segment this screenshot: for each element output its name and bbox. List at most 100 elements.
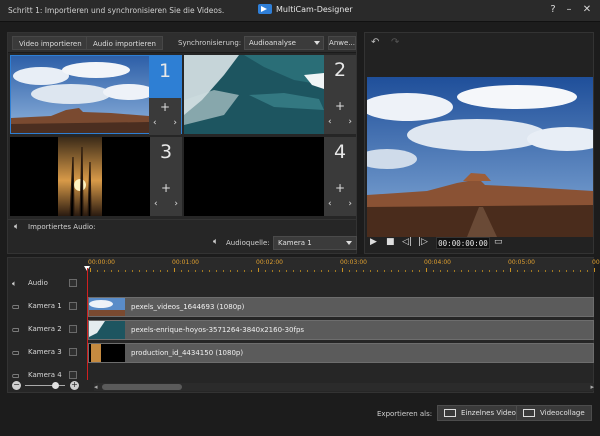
ruler-minor-tick bbox=[531, 270, 532, 272]
audio-source-label: Audioquelle: bbox=[226, 239, 270, 247]
close-button[interactable]: ✕ bbox=[580, 3, 594, 17]
ruler-minor-tick bbox=[251, 270, 252, 272]
camera-2-add-button[interactable]: + bbox=[334, 99, 346, 113]
track-toggle[interactable] bbox=[69, 325, 77, 333]
ruler-minor-tick bbox=[216, 270, 217, 272]
camera-3-prev-button[interactable]: ‹ bbox=[154, 199, 158, 209]
track-name: Audio bbox=[28, 279, 48, 287]
track-toggle[interactable] bbox=[69, 302, 77, 310]
camera-4-add-button[interactable]: + bbox=[334, 181, 346, 195]
track-lane[interactable]: pexels_videos_1644693 (1080p) bbox=[88, 296, 594, 318]
app-logo-icon bbox=[258, 4, 272, 14]
ruler-minor-tick bbox=[447, 270, 448, 272]
import-video-button[interactable]: Video importieren bbox=[12, 36, 89, 50]
app-title-group: MultiCam-Designer bbox=[258, 4, 353, 14]
camera-4-number: 4 bbox=[333, 141, 347, 163]
ruler-minor-tick bbox=[517, 270, 518, 272]
ruler-minor-tick bbox=[363, 270, 364, 272]
preview-image bbox=[367, 77, 593, 237]
camera-3-nav: ‹ › bbox=[154, 199, 178, 209]
camera-2-prev-button[interactable]: ‹ bbox=[328, 117, 332, 127]
stop-icon[interactable]: ■ bbox=[386, 237, 395, 247]
camera-4-next-button[interactable]: › bbox=[348, 199, 352, 209]
speaker-icon: 🔈︎ bbox=[14, 222, 20, 232]
help-button[interactable]: ? bbox=[546, 3, 560, 17]
ruler-minor-tick bbox=[496, 270, 497, 272]
camera-slot-4[interactable]: 4 + ‹ › bbox=[184, 137, 356, 216]
camera-icon: ▭ bbox=[12, 348, 20, 357]
collage-icon bbox=[523, 409, 535, 417]
camera-3-add-button[interactable]: + bbox=[160, 181, 172, 195]
sync-dropdown[interactable]: Audioanalyse bbox=[244, 36, 324, 50]
redo-icon[interactable]: ↷ bbox=[391, 37, 399, 48]
track-lane[interactable]: production_id_4434150 (1080p) bbox=[88, 342, 594, 364]
app-title: MultiCam-Designer bbox=[276, 4, 353, 14]
timeline-clip[interactable]: pexels_videos_1644693 (1080p) bbox=[88, 297, 594, 317]
ruler-minor-tick bbox=[328, 270, 329, 272]
camera-1-prev-button[interactable]: ‹ bbox=[153, 118, 157, 128]
ruler-minor-tick bbox=[454, 270, 455, 272]
prev-frame-icon[interactable]: ◁| bbox=[402, 237, 412, 247]
preview-panel: ↶ ↷ bbox=[364, 32, 594, 254]
ruler-minor-tick bbox=[321, 270, 322, 272]
next-frame-icon[interactable]: |▷ bbox=[418, 237, 428, 247]
ruler-tick bbox=[510, 268, 511, 272]
export-label: Exportieren als: bbox=[377, 410, 433, 418]
camera-2-thumbnail bbox=[184, 55, 324, 134]
snapshot-icon[interactable]: ▭ bbox=[494, 237, 503, 247]
track-lane[interactable] bbox=[88, 365, 594, 387]
camera-1-next-button[interactable]: › bbox=[173, 118, 177, 128]
track-header: ▭ Kamera 3 bbox=[8, 342, 88, 364]
imported-audio-row: 🔈︎ Importiertes Audio: bbox=[8, 219, 356, 233]
camera-2-side: 2 + ‹ › bbox=[324, 55, 356, 134]
track-lane[interactable]: pexels-enrique-hoyos-3571264-3840x2160-3… bbox=[88, 319, 594, 341]
export-single-video-button[interactable]: Einzelnes Video bbox=[437, 405, 523, 421]
import-audio-button[interactable]: Audio importieren bbox=[86, 36, 163, 50]
track-toggle[interactable] bbox=[69, 348, 77, 356]
timeline-clip[interactable]: pexels-enrique-hoyos-3571264-3840x2160-3… bbox=[88, 320, 594, 340]
ruler-tick-label: 00:06:00 bbox=[592, 259, 600, 266]
audio-source-speaker-icon: 🔈︎ bbox=[213, 237, 219, 247]
camera-2-next-button[interactable]: › bbox=[348, 117, 352, 127]
camera-1-controls: + ‹ › bbox=[149, 98, 181, 135]
ruler-tick-label: 00:02:00 bbox=[256, 259, 283, 266]
audio-source-dropdown[interactable]: Kamera 1 bbox=[273, 236, 357, 250]
camera-slot-3[interactable]: 3 + ‹ › bbox=[10, 137, 182, 216]
ruler-minor-tick bbox=[412, 270, 413, 272]
timeline-clip[interactable]: production_id_4434150 (1080p) bbox=[88, 343, 594, 363]
ruler-minor-tick bbox=[419, 270, 420, 272]
timeline: 00:00:00 00:01:00 00:02:00 00:03:00 00:04:00… bbox=[7, 257, 600, 393]
camera-1-number-box[interactable]: 1 bbox=[149, 56, 181, 98]
track-header: ▭ Kamera 2 bbox=[8, 319, 88, 341]
minimize-button[interactable]: – bbox=[562, 3, 576, 17]
timecode-display: 00:00:00:00 bbox=[436, 237, 490, 249]
ruler-minor-tick bbox=[223, 270, 224, 272]
track-name: Kamera 3 bbox=[28, 348, 62, 356]
ruler-minor-tick bbox=[587, 270, 588, 272]
undo-icon[interactable]: ↶ bbox=[371, 37, 379, 48]
ruler-minor-tick bbox=[538, 270, 539, 272]
track-toggle[interactable] bbox=[69, 279, 77, 287]
export-collage-label: Videocollage bbox=[540, 409, 585, 417]
camera-4-prev-button[interactable]: ‹ bbox=[328, 199, 332, 209]
ruler-minor-tick bbox=[139, 270, 140, 272]
ruler-minor-tick bbox=[384, 270, 385, 272]
track-toggle[interactable] bbox=[69, 371, 77, 379]
timeline-ruler[interactable]: 00:00:00 00:01:00 00:02:00 00:03:00 00:04:00… bbox=[88, 258, 600, 272]
ruler-minor-tick bbox=[489, 270, 490, 272]
ruler-minor-tick bbox=[475, 270, 476, 272]
camera-3-next-button[interactable]: › bbox=[174, 199, 178, 209]
clip-name: production_id_4434150 (1080p) bbox=[131, 349, 244, 357]
play-icon[interactable]: ▶ bbox=[370, 237, 377, 247]
ruler-tick bbox=[258, 268, 259, 272]
apply-button[interactable]: Anwe... bbox=[328, 36, 356, 50]
camera-1-add-button[interactable]: + bbox=[159, 100, 171, 114]
ruler-minor-tick bbox=[244, 270, 245, 272]
ruler-minor-tick bbox=[132, 270, 133, 272]
track-lane[interactable] bbox=[88, 273, 594, 295]
source-panel: Video importieren Audio importieren Sync… bbox=[7, 32, 357, 254]
camera-slot-2[interactable]: 2 + ‹ › bbox=[184, 55, 356, 134]
camera-2-nav: ‹ › bbox=[328, 117, 352, 127]
export-collage-button[interactable]: Videocollage bbox=[516, 405, 592, 421]
camera-slot-1[interactable]: 1 + ‹ › bbox=[10, 55, 182, 135]
